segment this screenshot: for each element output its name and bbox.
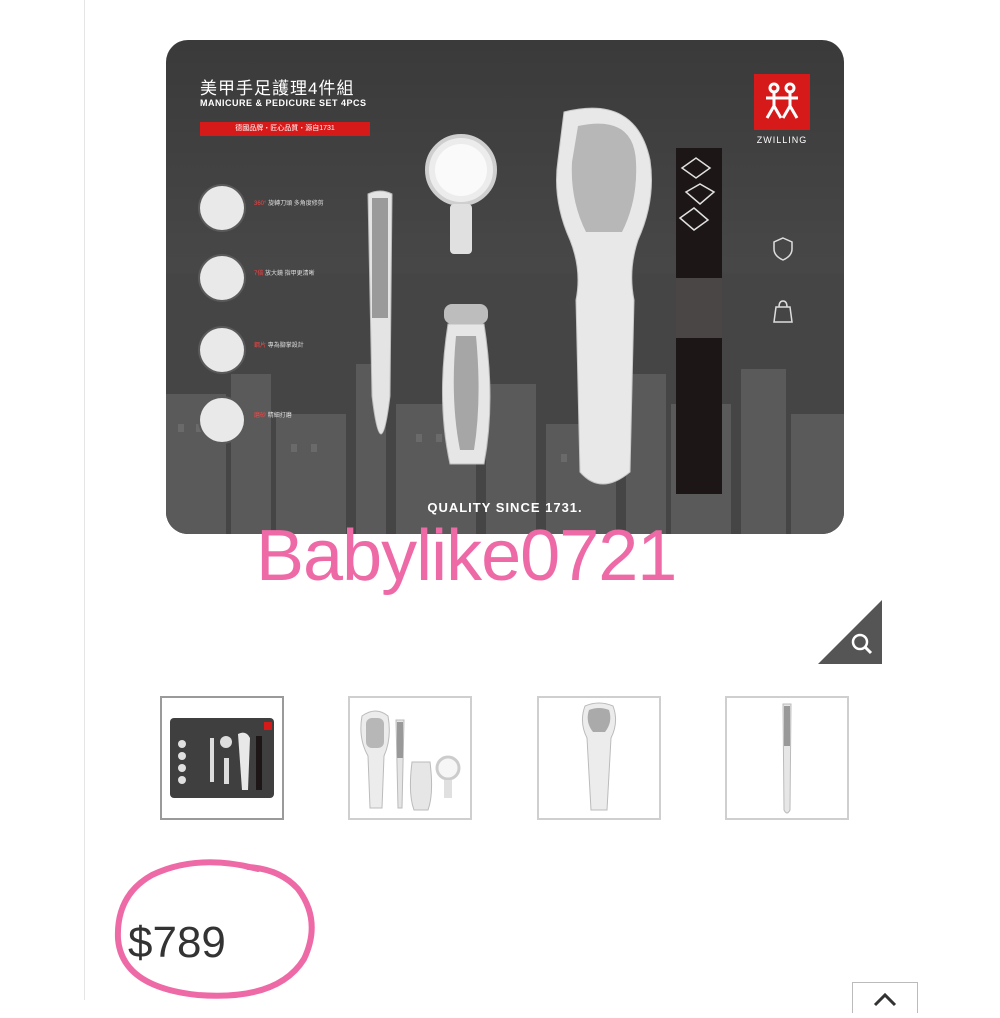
- feature-2-text: 7倍 放大鏡 指甲更清晰: [254, 271, 315, 277]
- feature-3-text: 鋼片 專為腳掌設計: [254, 343, 304, 349]
- price-highlight-circle: [114, 859, 315, 999]
- product-main-image[interactable]: 美甲手足護理4件組 MANICURE & PEDICURE SET 4PCS 德…: [166, 40, 844, 534]
- seller-watermark: Babylike0721: [256, 516, 677, 596]
- feature-file-icon: [200, 398, 244, 442]
- chevron-up-icon: [873, 992, 897, 1007]
- feature-magnifier-icon: [200, 256, 244, 300]
- feature-footfile-icon: [200, 328, 244, 372]
- shield-icon: [770, 236, 796, 262]
- thumbnail-set-overview[interactable]: [160, 696, 284, 820]
- zoom-button[interactable]: [818, 600, 882, 664]
- thumbnail-nail-file[interactable]: [725, 696, 849, 820]
- product-tagline: 德國品牌・匠心品質・源自1731: [200, 122, 370, 136]
- magnifier-icon: [818, 600, 882, 664]
- feature-4-text: 磨砂 精細打磨: [254, 413, 292, 419]
- storage-case: [676, 148, 722, 494]
- product-title-en: MANICURE & PEDICURE SET 4PCS: [200, 98, 367, 108]
- product-tools-illustration: [367, 107, 652, 485]
- back-to-top-button[interactable]: [852, 982, 918, 1013]
- product-title-cn: 美甲手足護理4件組: [200, 79, 355, 98]
- page-divider: [84, 0, 85, 1000]
- feature-clipper-icon: [200, 186, 244, 230]
- quality-tagline: QUALITY SINCE 1731.: [427, 500, 583, 515]
- feature-1-text: 360° 旋轉刀頭 多角度修剪: [254, 201, 324, 207]
- bag-icon: [770, 298, 796, 324]
- thumbnail-foot-file[interactable]: [537, 696, 661, 820]
- thumbnail-all-tools[interactable]: [348, 696, 472, 820]
